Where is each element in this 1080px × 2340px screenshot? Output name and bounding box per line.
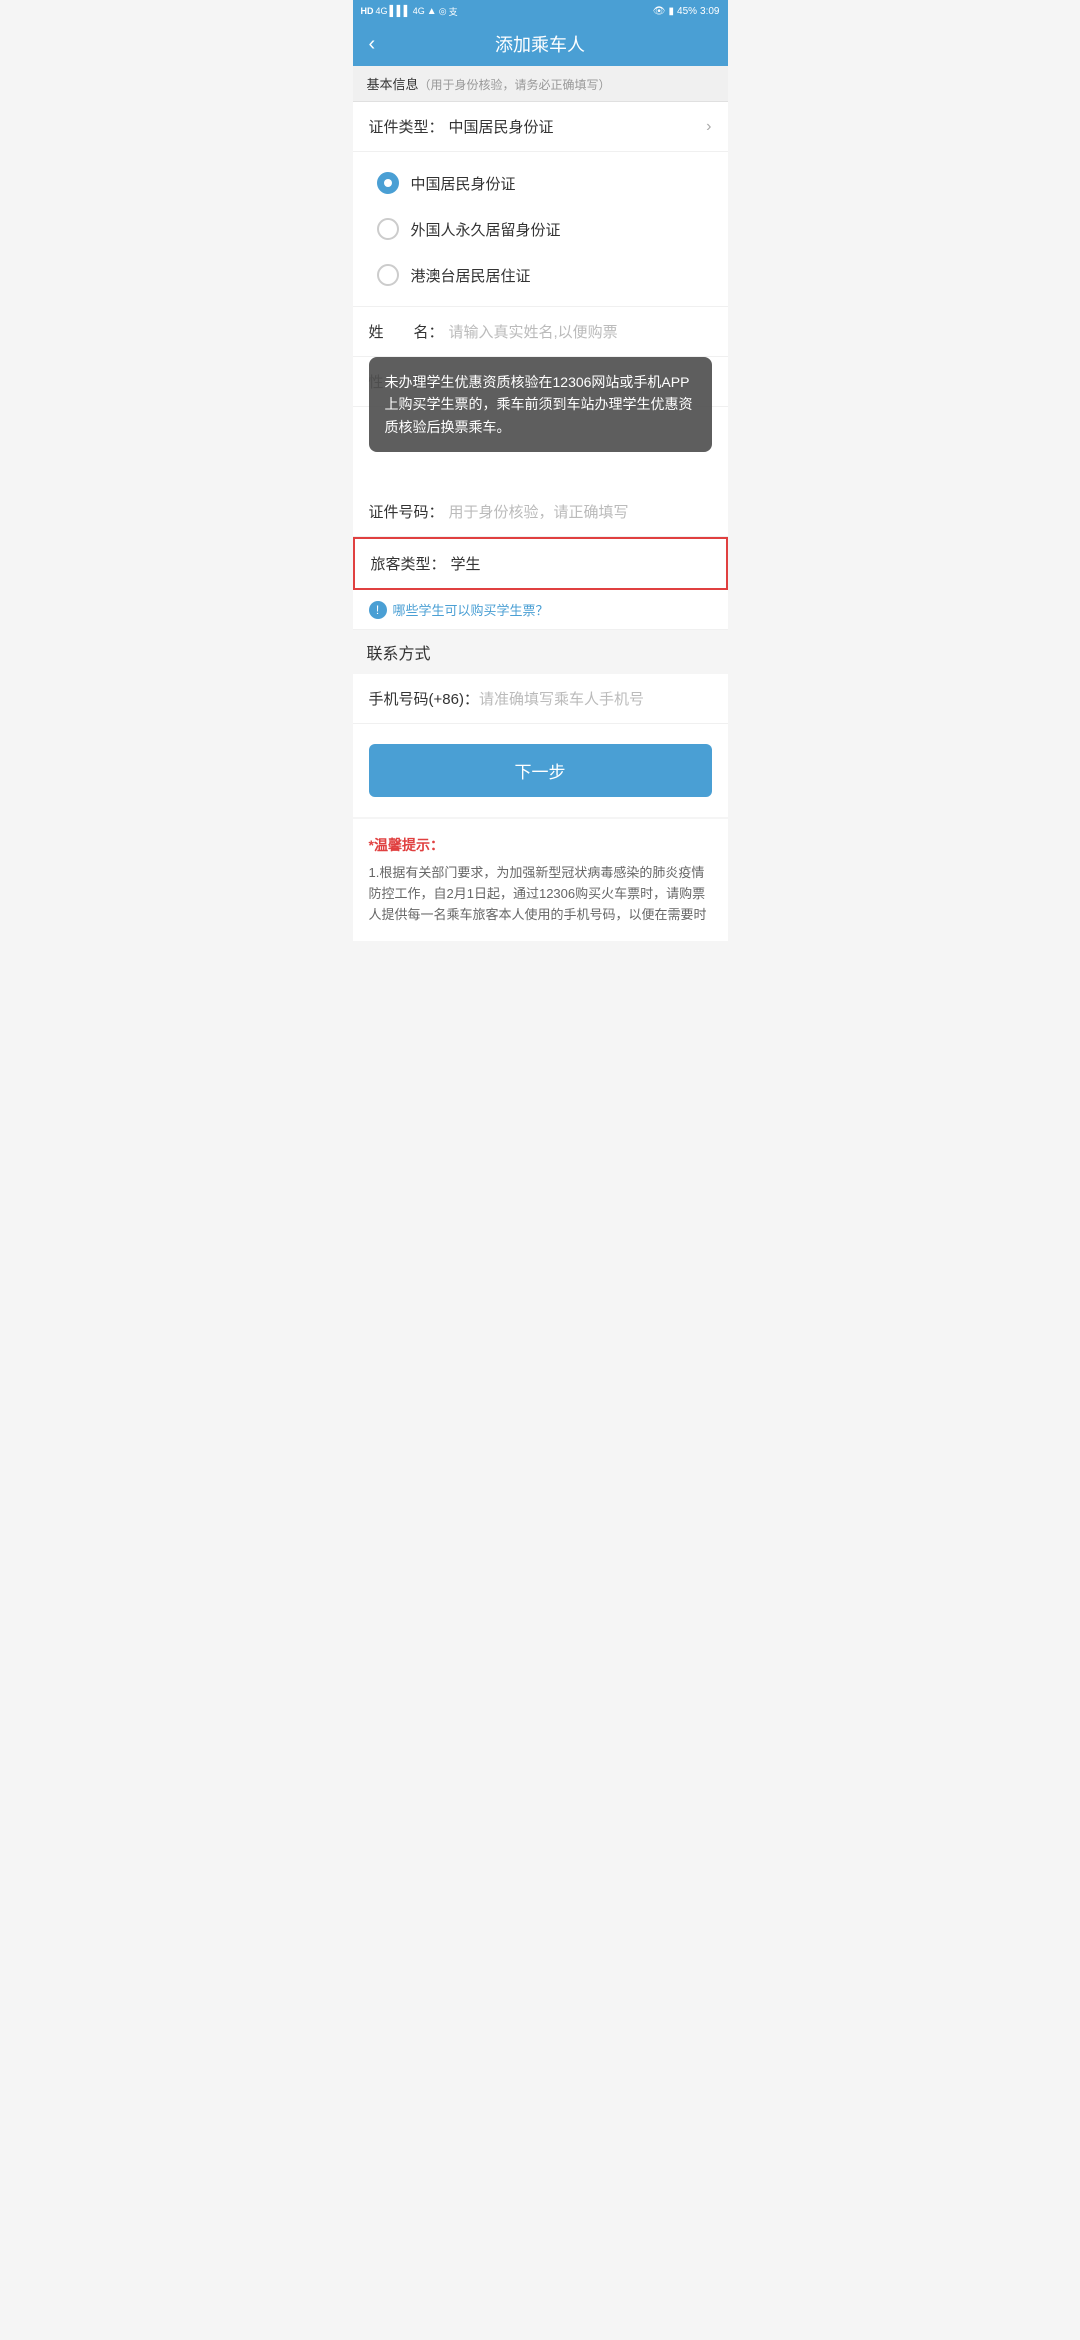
id-number-row[interactable]: 证件号码： 用于身份核验，请正确填写 [353, 487, 728, 537]
next-button[interactable]: 下一步 [369, 744, 712, 797]
id-number-label: 证件号码： [369, 501, 449, 522]
basic-info-header: 基本信息（用于身份核验，请务必正确填写） [353, 66, 728, 102]
nfc-icon: ◎ [439, 6, 447, 17]
basic-info-title: 基本信息 [367, 77, 419, 92]
id-type-radio-group: 中国居民身份证 外国人永久居留身份证 港澳台居民居住证 [353, 152, 728, 307]
hd-icon: HD [361, 6, 374, 16]
info-icon: ! [369, 601, 387, 619]
status-right-icons: 👁 ▮ 45% 3:09 [653, 6, 720, 17]
id-number-placeholder: 用于身份核验，请正确填写 [449, 501, 712, 522]
tooltip-box: 未办理学生优惠资质核验在12306网站或手机APP上购买学生票的，乘车前须到车站… [369, 357, 712, 452]
status-left-icons: HD 4G ▌▌▌ 4G ▲ ◎ 支 [361, 5, 458, 18]
id-type-arrow: › [706, 118, 711, 136]
phone-label: 手机号码(+86)： [369, 688, 479, 709]
warm-tip-section: *温馨提示： 1.根据有关部门要求，为加强新型冠状病毒感染的肺炎疫情防控工作，自… [353, 819, 728, 941]
page-title: 添加乘车人 [495, 31, 585, 57]
tooltip-text: 未办理学生优惠资质核验在12306网站或手机APP上购买学生票的，乘车前须到车站… [385, 374, 693, 435]
alipay-icon: 支 [449, 5, 458, 18]
id-type-row[interactable]: 证件类型： 中国居民身份证 › [353, 102, 728, 152]
radio-item-china-id[interactable]: 中国居民身份证 [353, 160, 728, 206]
basic-info-note: （用于身份核验，请务必正确填写） [419, 78, 611, 92]
radio-item-foreign-id[interactable]: 外国人永久居留身份证 [353, 206, 728, 252]
radio-circle-china-id [377, 172, 399, 194]
name-row[interactable]: 姓 名： 请输入真实姓名,以便购票 [353, 307, 728, 357]
contact-title: 联系方式 [367, 646, 431, 663]
signal-4g-1: 4G [376, 6, 388, 16]
warm-tip-content: 1.根据有关部门要求，为加强新型冠状病毒感染的肺炎疫情防控工作，自2月1日起，通… [369, 863, 712, 925]
nav-bar: ‹ 添加乘车人 [353, 22, 728, 66]
status-bar: HD 4G ▌▌▌ 4G ▲ ◎ 支 👁 ▮ 45% 3:09 [353, 0, 728, 22]
overlap-area: 性 别： 未办理学生优惠资质核验在12306网站或手机APP上购买学生票的，乘车… [353, 357, 728, 537]
radio-label-hk-tw-id: 港澳台居民居住证 [411, 265, 531, 286]
back-button[interactable]: ‹ [369, 33, 376, 56]
battery-percent: 45% [677, 6, 697, 17]
radio-label-foreign-id: 外国人永久居留身份证 [411, 219, 561, 240]
passenger-type-value: 学生 [451, 553, 710, 574]
student-link-row[interactable]: ! 哪些学生可以购买学生票？ [353, 590, 728, 630]
contact-section-header: 联系方式 [353, 630, 728, 674]
phone-placeholder: 请准确填写乘车人手机号 [479, 688, 712, 709]
student-link-text: 哪些学生可以购买学生票？ [393, 600, 549, 619]
warm-tip-text: 1.根据有关部门要求，为加强新型冠状病毒感染的肺炎疫情防控工作，自2月1日起，通… [369, 865, 707, 922]
name-label: 姓 名： [369, 321, 449, 342]
radio-label-china-id: 中国居民身份证 [411, 173, 516, 194]
radio-circle-hk-tw-id [377, 264, 399, 286]
phone-row[interactable]: 手机号码(+86)： 请准确填写乘车人手机号 [353, 674, 728, 724]
next-btn-container: 下一步 [353, 724, 728, 817]
radio-circle-foreign-id [377, 218, 399, 240]
signal-4g-2: 4G [413, 6, 425, 16]
id-type-value: 中国居民身份证 [449, 116, 707, 137]
passenger-type-label: 旅客类型： [371, 553, 451, 574]
name-placeholder: 请输入真实姓名,以便购票 [449, 321, 712, 342]
eye-icon: 👁 [653, 6, 666, 17]
wifi-icon: ▲ [427, 6, 437, 17]
radio-item-hk-tw-id[interactable]: 港澳台居民居住证 [353, 252, 728, 298]
clock: 3:09 [700, 6, 719, 17]
id-type-label: 证件类型： [369, 116, 449, 137]
passenger-type-row[interactable]: 旅客类型： 学生 [353, 537, 728, 590]
signal-bars: ▌▌▌ [390, 6, 411, 17]
battery-icon: ▮ [669, 6, 675, 17]
warm-tip-title: *温馨提示： [369, 835, 712, 855]
